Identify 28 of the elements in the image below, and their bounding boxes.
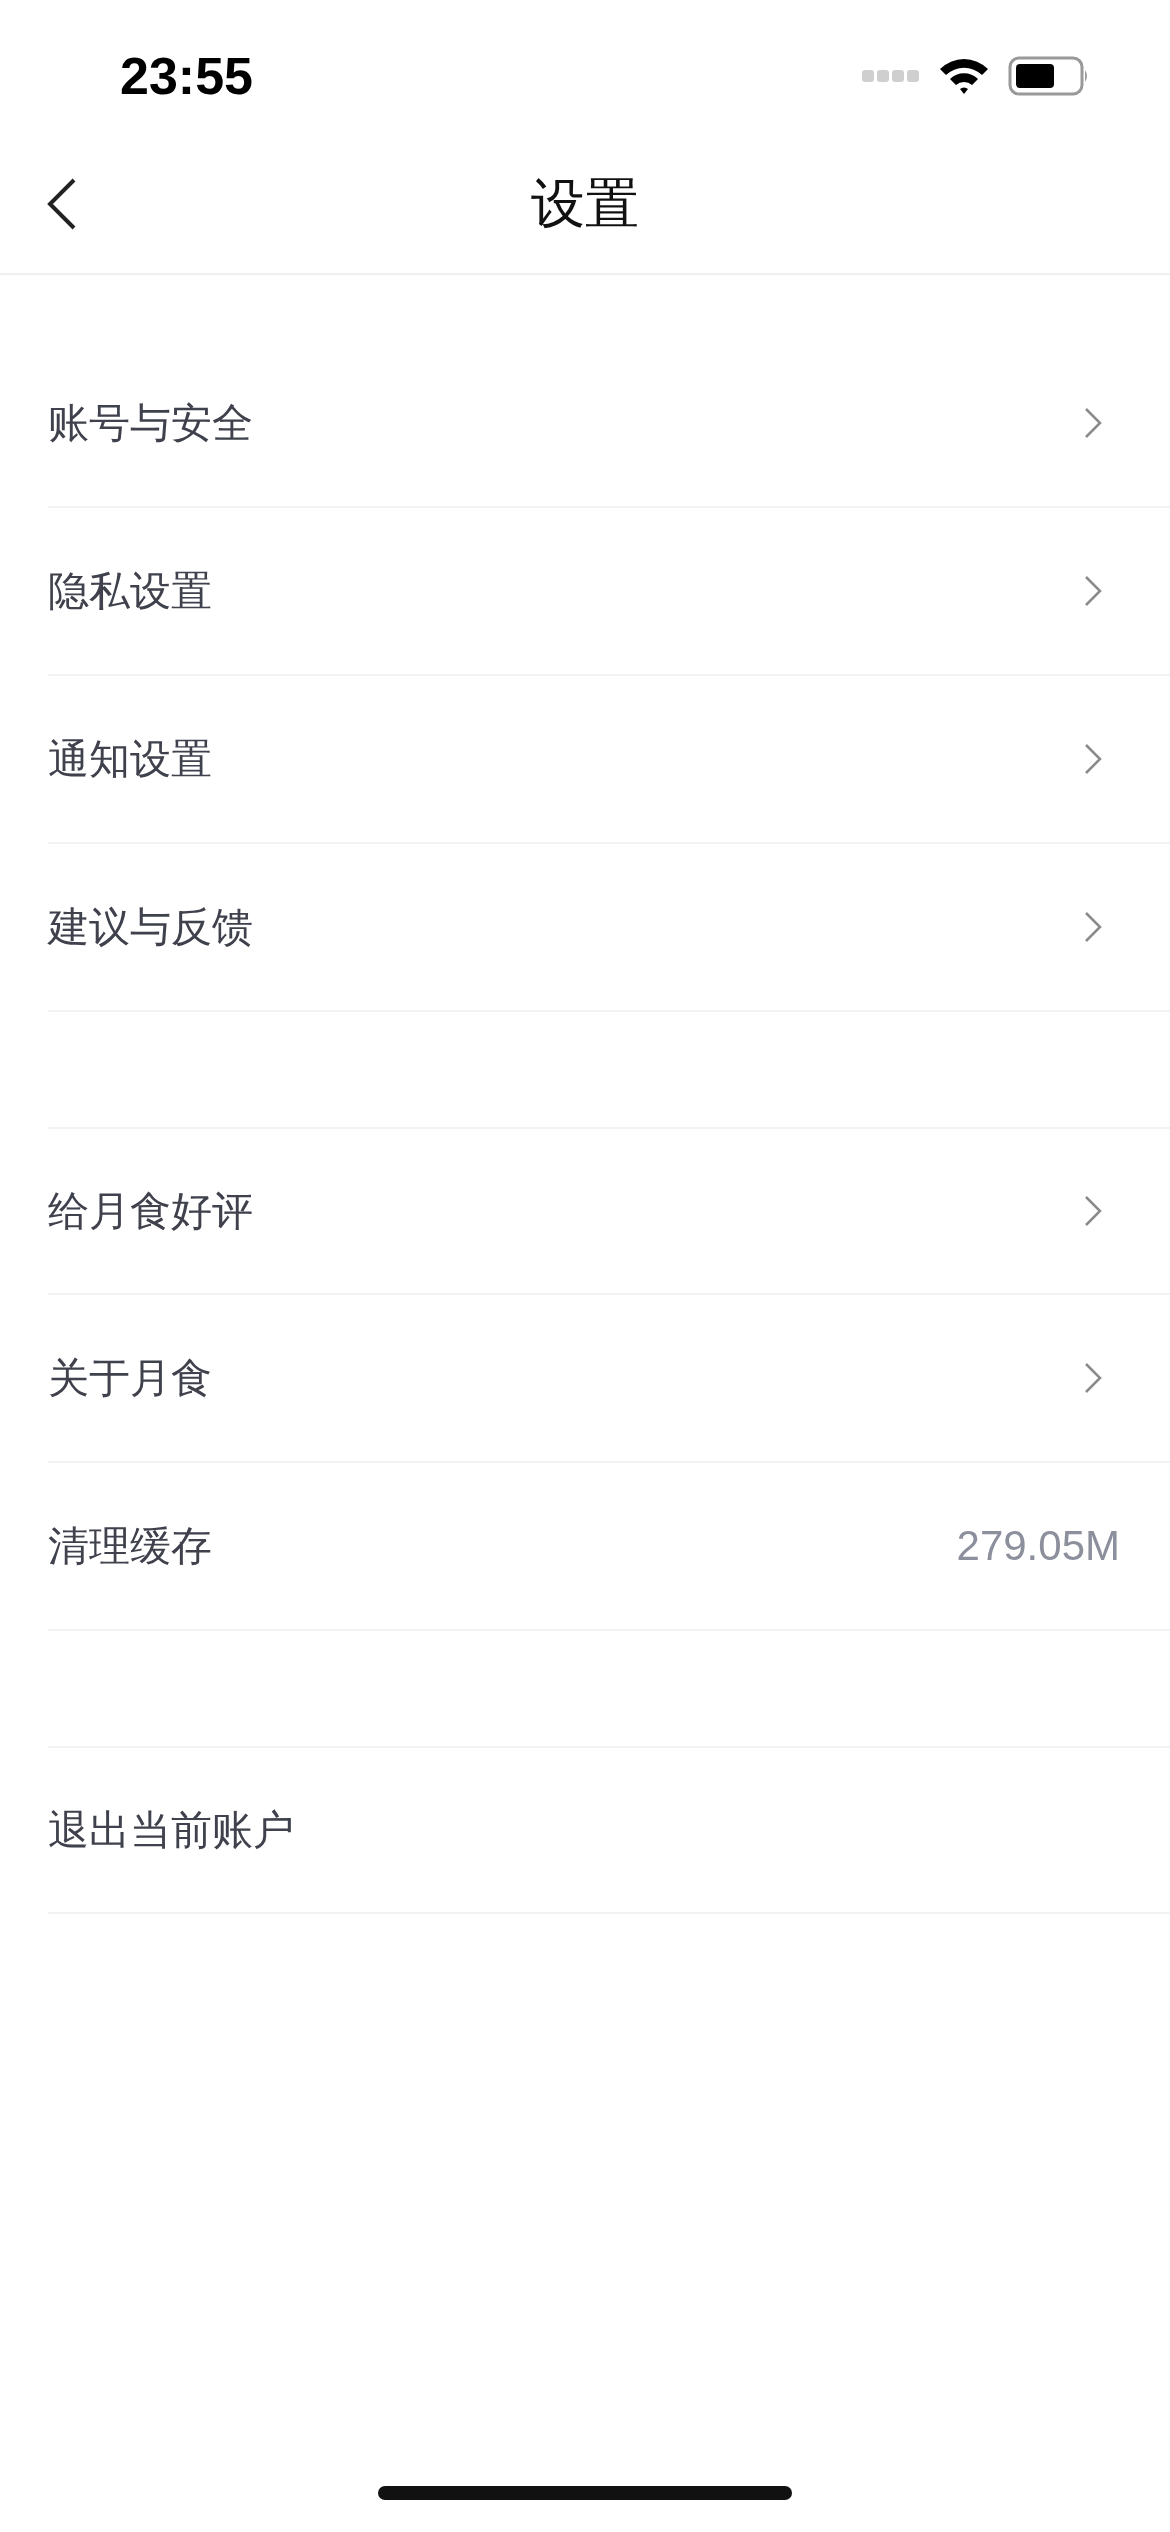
battery-icon xyxy=(1008,55,1090,96)
settings-row[interactable]: 通知设置 xyxy=(48,676,1170,844)
chevron-right-icon xyxy=(1084,407,1102,439)
settings-row[interactable]: 账号与安全 xyxy=(48,340,1170,508)
row-label: 关于月食 xyxy=(48,1352,212,1404)
settings-row[interactable]: 建议与反馈 xyxy=(48,844,1170,1012)
settings-row[interactable]: 关于月食 xyxy=(48,1295,1170,1463)
status-time: 23:55 xyxy=(120,45,253,106)
row-label: 建议与反馈 xyxy=(48,901,253,953)
row-label: 通知设置 xyxy=(48,733,212,785)
page-title: 设置 xyxy=(531,170,639,237)
row-label: 隐私设置 xyxy=(48,565,212,617)
row-label: 退出当前账户 xyxy=(48,1804,294,1856)
row-label: 给月食好评 xyxy=(48,1185,253,1237)
chevron-right-icon xyxy=(1084,1362,1102,1394)
wifi-icon xyxy=(938,56,990,95)
settings-row[interactable]: 清理缓存 279.05M xyxy=(48,1463,1170,1631)
settings-row[interactable]: 退出当前账户 xyxy=(48,1746,1170,1914)
settings-row[interactable]: 隐私设置 xyxy=(48,508,1170,676)
chevron-right-icon xyxy=(1084,911,1102,943)
chevron-right-icon xyxy=(1084,575,1102,607)
row-label: 账号与安全 xyxy=(48,397,253,449)
cache-size: 279.05M xyxy=(956,1522,1120,1570)
signal-icon xyxy=(862,69,920,82)
chevron-right-icon xyxy=(1084,743,1102,775)
row-label: 清理缓存 xyxy=(48,1520,212,1572)
settings-row[interactable]: 给月食好评 xyxy=(48,1127,1170,1295)
chevron-right-icon xyxy=(1084,1195,1102,1227)
